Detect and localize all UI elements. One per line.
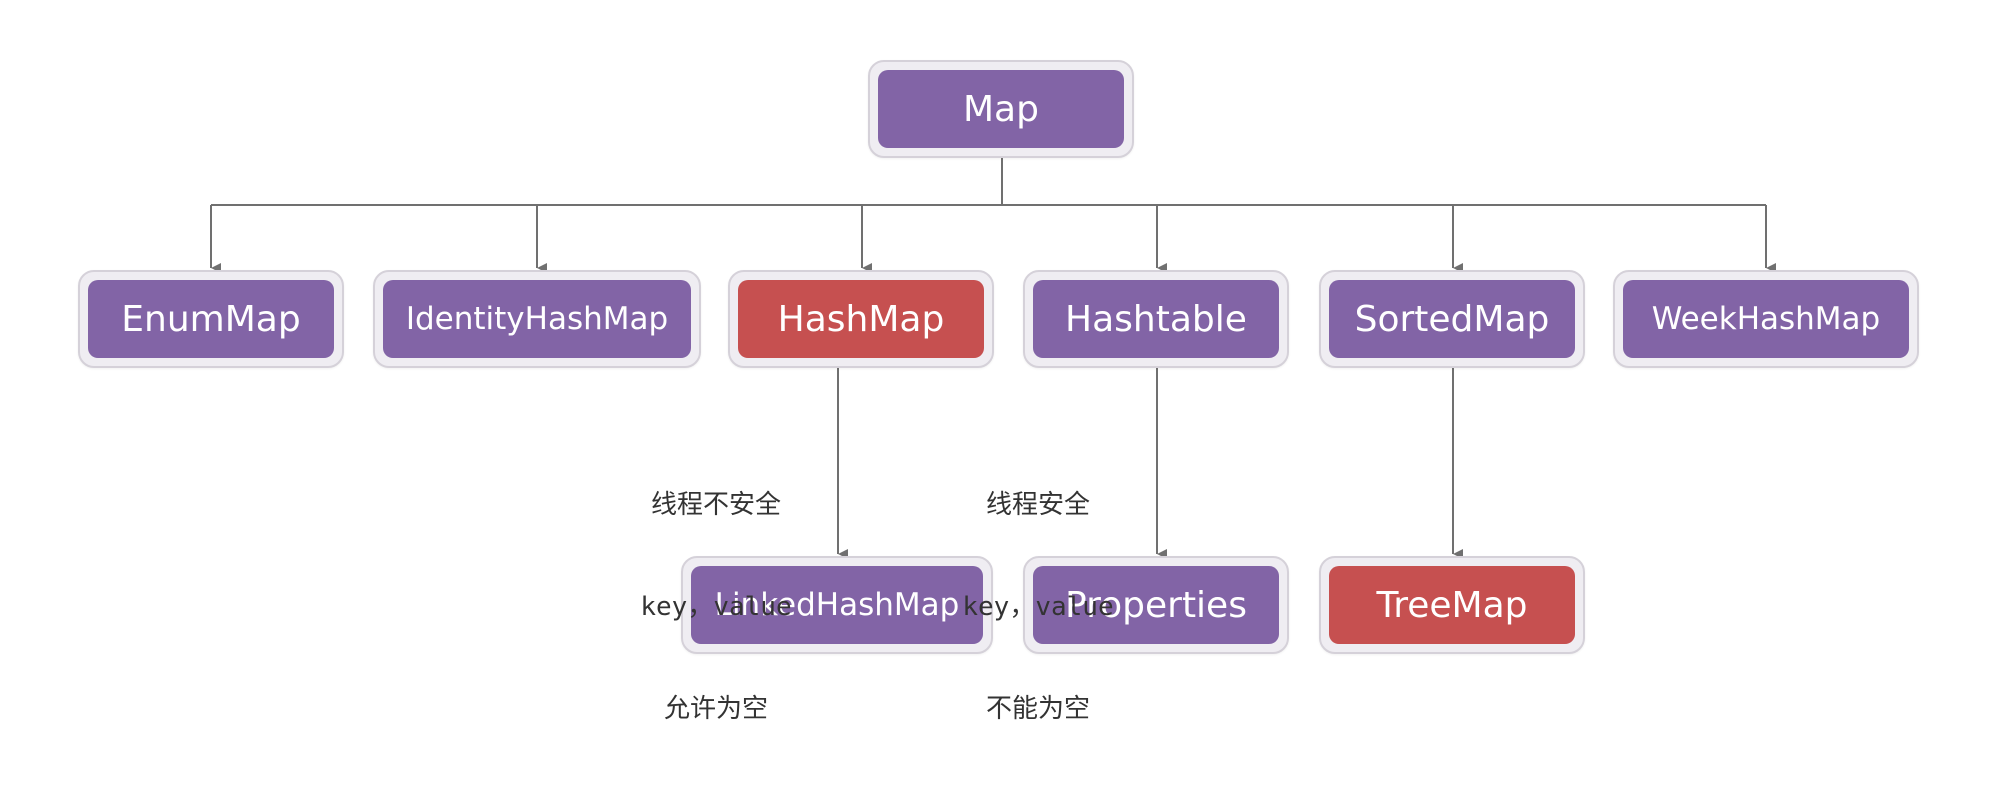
hashmap-annotation: 线程不安全 key，value 允许为空 xyxy=(616,420,816,794)
node-enummap[interactable]: EnumMap xyxy=(78,270,344,368)
node-map-label: Map xyxy=(878,70,1124,148)
class-hierarchy-diagram: Map EnumMap IdentityHashMap HashMap Hash… xyxy=(0,0,2004,724)
node-hashmap-label: HashMap xyxy=(738,280,984,358)
hashtable-annotation: 线程安全 key，value 不能为空 xyxy=(938,420,1138,794)
node-enummap-label: EnumMap xyxy=(88,280,334,358)
node-treemap-label: TreeMap xyxy=(1329,566,1575,644)
hashmap-annotation-line3: 允许为空 xyxy=(663,694,768,724)
node-weekhashmap[interactable]: WeekHashMap xyxy=(1613,270,1919,368)
hashtable-annotation-line3: 不能为空 xyxy=(985,694,1090,724)
node-hashmap[interactable]: HashMap xyxy=(728,270,994,368)
node-treemap[interactable]: TreeMap xyxy=(1319,556,1585,654)
connector-hashmap-to-linkedhashmap xyxy=(837,365,862,559)
node-sortedmap-label: SortedMap xyxy=(1329,280,1575,358)
node-weekhashmap-label: WeekHashMap xyxy=(1623,280,1909,358)
node-hashtable-label: Hashtable xyxy=(1033,280,1279,358)
node-map[interactable]: Map xyxy=(868,60,1134,158)
node-identityhashmap[interactable]: IdentityHashMap xyxy=(373,270,701,368)
hashtable-annotation-line1: 线程安全 xyxy=(985,490,1090,520)
node-hashtable[interactable]: Hashtable xyxy=(1023,270,1289,368)
hashtable-annotation-line2: key，value xyxy=(962,592,1114,622)
hashmap-annotation-line2: key，value xyxy=(640,592,792,622)
node-identityhashmap-label: IdentityHashMap xyxy=(383,280,691,358)
hashmap-annotation-line1: 线程不安全 xyxy=(650,490,781,520)
node-sortedmap[interactable]: SortedMap xyxy=(1319,270,1585,368)
